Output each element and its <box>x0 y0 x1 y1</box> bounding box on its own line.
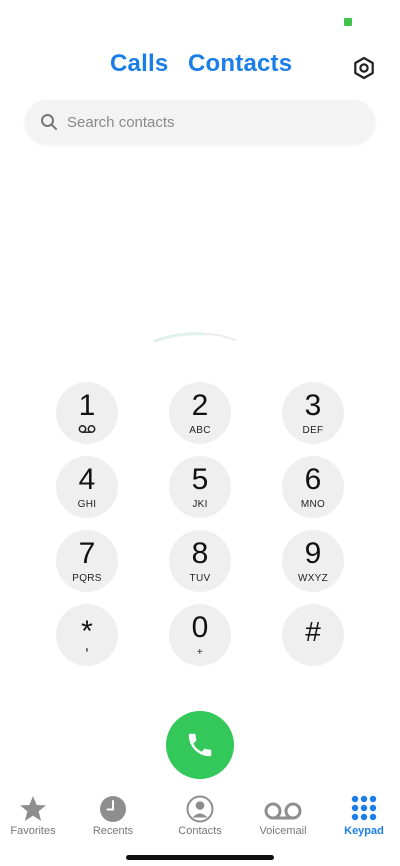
key-digit: 2 <box>191 389 209 422</box>
key-digit: # <box>305 616 321 647</box>
key-8[interactable]: 8 TUV <box>169 530 231 592</box>
key-letters: WXYZ <box>297 573 329 584</box>
star-icon <box>20 796 46 821</box>
key-hash[interactable]: # <box>282 604 344 666</box>
key-digit: 6 <box>304 463 322 496</box>
key-digit: 8 <box>191 537 209 570</box>
voicemail-icon <box>264 802 302 820</box>
tabbar-item-recents[interactable]: Recents <box>73 790 153 840</box>
tabbar-label: Keypad <box>344 825 384 837</box>
tabbar-item-voicemail[interactable]: Voicemail <box>243 790 323 840</box>
person-circle-icon <box>186 795 214 823</box>
key-letters: , <box>84 637 90 654</box>
key-digit: 1 <box>78 389 96 422</box>
home-indicator[interactable] <box>126 855 274 860</box>
wave-decoration <box>153 332 236 343</box>
settings-hexagon-icon <box>354 56 374 80</box>
key-digit: 3 <box>304 389 322 422</box>
key-letters: GHI <box>77 499 97 510</box>
key-digit: 4 <box>78 463 96 496</box>
phone-icon <box>188 733 212 757</box>
tabbar-item-favorites[interactable]: Favorites <box>0 790 73 840</box>
key-letters: DEF <box>302 425 324 436</box>
search-icon <box>41 114 57 130</box>
key-letters: PQRS <box>72 573 102 584</box>
tabbar-label: Voicemail <box>259 825 307 837</box>
key-digit: 7 <box>78 537 96 570</box>
key-2[interactable]: 2 ABC <box>169 382 231 444</box>
tabbar-item-contacts[interactable]: Contacts <box>160 790 240 840</box>
key-0[interactable]: 0 + <box>169 604 231 666</box>
search-input[interactable] <box>67 100 357 144</box>
key-letters: MNO <box>300 499 326 510</box>
key-star[interactable]: * , <box>56 604 118 666</box>
tabbar-label: Recents <box>92 825 134 837</box>
key-letters: TUV <box>189 573 211 584</box>
keypad-grid-icon <box>351 795 377 821</box>
key-digit: 9 <box>304 537 322 570</box>
settings-button[interactable] <box>349 53 379 83</box>
status-indicator <box>344 18 352 26</box>
voicemail-icon <box>78 425 96 433</box>
tab-calls[interactable]: Calls <box>110 50 168 78</box>
key-letters: ABC <box>189 425 211 436</box>
tab-contacts[interactable]: Contacts <box>188 50 292 78</box>
tabbar-label: Favorites <box>10 825 56 837</box>
bottom-tab-bar: Favorites Recents Contacts Voicemail Key… <box>0 790 400 840</box>
clock-icon <box>100 796 126 822</box>
key-letters: + <box>196 647 204 658</box>
key-digit: 0 <box>191 611 209 644</box>
key-7[interactable]: 7 PQRS <box>56 530 118 592</box>
key-4[interactable]: 4 GHI <box>56 456 118 518</box>
key-9[interactable]: 9 WXYZ <box>282 530 344 592</box>
key-1[interactable]: 1 <box>56 382 118 444</box>
key-letters: JKI <box>192 499 208 510</box>
tabbar-item-keypad[interactable]: Keypad <box>324 790 400 840</box>
search-bar <box>25 100 375 144</box>
header: Calls Contacts <box>0 50 400 86</box>
key-5[interactable]: 5 JKI <box>169 456 231 518</box>
key-3[interactable]: 3 DEF <box>282 382 344 444</box>
key-6[interactable]: 6 MNO <box>282 456 344 518</box>
call-button[interactable] <box>166 711 234 779</box>
tabbar-label: Contacts <box>178 825 222 837</box>
key-digit: 5 <box>191 463 209 496</box>
